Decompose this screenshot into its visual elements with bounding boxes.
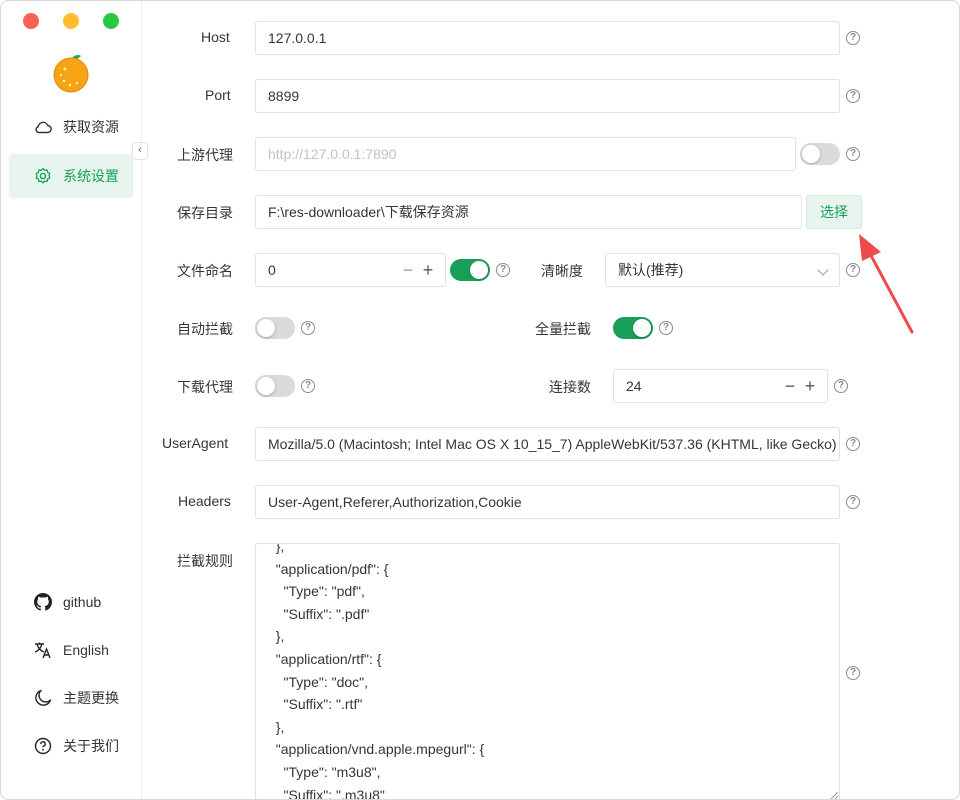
port-input[interactable]: 8899 [255, 79, 840, 113]
connections-stepper[interactable]: 24 − + [613, 369, 828, 403]
connections-label: 连接数 [549, 379, 591, 395]
help-icon[interactable]: ? [301, 379, 315, 393]
decrement-button[interactable]: − [783, 370, 797, 402]
toggle-knob [802, 145, 820, 163]
github-link[interactable]: github [9, 582, 133, 622]
help-icon[interactable]: ? [846, 666, 860, 680]
file-naming-label: 文件命名 [177, 263, 233, 279]
quality-label: 清晰度 [541, 263, 583, 279]
help-icon[interactable]: ? [846, 147, 860, 161]
window-controls [23, 13, 143, 29]
help-icon[interactable]: ? [846, 89, 860, 103]
connections-value: 24 [626, 378, 642, 394]
increment-button[interactable]: + [421, 254, 435, 286]
host-label: Host [201, 29, 230, 45]
about-link[interactable]: 关于我们 [9, 726, 133, 766]
host-input[interactable]: 127.0.0.1 [255, 21, 840, 55]
github-label: github [63, 594, 102, 610]
quality-select[interactable]: 默认(推荐) [605, 253, 840, 287]
upstream-proxy-input[interactable]: http://127.0.0.1:7890 [255, 137, 796, 171]
sidebar: ‹ 获取资源 系统设置 github English 主题更换 关于我们 [1, 1, 148, 799]
help-circle-icon [33, 736, 53, 756]
download-proxy-label: 下载代理 [177, 379, 233, 395]
full-intercept-label: 全量拦截 [535, 321, 591, 337]
auto-intercept-label: 自动拦截 [177, 321, 233, 337]
upstream-proxy-toggle[interactable] [800, 143, 840, 165]
collapse-sidebar-button[interactable]: ‹ [132, 142, 148, 160]
orange-logo-icon [53, 55, 89, 93]
help-icon[interactable]: ? [834, 379, 848, 393]
choose-dir-button[interactable]: 选择 [806, 195, 862, 229]
cloud-icon [33, 117, 53, 137]
translate-icon [33, 640, 53, 660]
help-icon[interactable]: ? [846, 263, 860, 277]
toggle-knob [257, 377, 275, 395]
toggle-knob [633, 319, 651, 337]
about-label: 关于我们 [63, 738, 119, 754]
rules-content: }, "application/pdf": { "Type": "pdf", "… [275, 543, 485, 800]
language-label: English [63, 642, 109, 658]
theme-label: 主题更换 [63, 690, 119, 706]
file-naming-toggle[interactable] [450, 259, 490, 281]
resize-handle-icon[interactable] [830, 791, 838, 799]
full-intercept-toggle[interactable] [613, 317, 653, 339]
download-proxy-toggle[interactable] [255, 375, 295, 397]
nav-item-settings[interactable]: 系统设置 [9, 154, 133, 198]
gear-icon [33, 166, 53, 186]
help-icon[interactable]: ? [659, 321, 673, 335]
toggle-knob [470, 261, 488, 279]
decrement-button[interactable]: − [401, 254, 415, 286]
port-label: Port [205, 87, 231, 103]
moon-icon [33, 688, 53, 708]
save-dir-label: 保存目录 [177, 205, 233, 221]
minimize-window-button[interactable] [63, 13, 79, 29]
user-agent-input[interactable]: Mozilla/5.0 (Macintosh; Intel Mac OS X 1… [255, 427, 840, 461]
nav-item-label: 系统设置 [63, 168, 119, 184]
save-dir-input[interactable]: F:\res-downloader\下载保存资源 [255, 195, 802, 229]
nav-item-label: 获取资源 [63, 119, 119, 135]
help-icon[interactable]: ? [846, 437, 860, 451]
app-window: ‹ 获取资源 系统设置 github English 主题更换 关于我们 Hos… [0, 0, 960, 800]
language-switch[interactable]: English [9, 630, 133, 670]
help-icon[interactable]: ? [301, 321, 315, 335]
help-icon[interactable]: ? [496, 263, 510, 277]
user-agent-label: UserAgent [162, 435, 229, 451]
upstream-proxy-label: 上游代理 [177, 147, 233, 163]
headers-input[interactable]: User-Agent,Referer,Authorization,Cookie [255, 485, 840, 519]
close-window-button[interactable] [23, 13, 39, 29]
increment-button[interactable]: + [803, 370, 817, 402]
maximize-window-button[interactable] [103, 13, 119, 29]
headers-label: Headers [178, 493, 231, 509]
file-naming-value: 0 [268, 262, 276, 278]
nav-item-get-resources[interactable]: 获取资源 [9, 105, 133, 149]
chevron-down-icon [817, 264, 829, 276]
auto-intercept-toggle[interactable] [255, 317, 295, 339]
github-icon [33, 592, 53, 612]
rules-textarea[interactable]: }, "application/pdf": { "Type": "pdf", "… [255, 543, 840, 800]
theme-switch[interactable]: 主题更换 [9, 678, 133, 718]
toggle-knob [257, 319, 275, 337]
quality-value: 默认(推荐) [618, 262, 684, 278]
help-icon[interactable]: ? [846, 495, 860, 509]
help-icon[interactable]: ? [846, 31, 860, 45]
rules-label: 拦截规则 [177, 553, 233, 569]
file-naming-stepper[interactable]: 0 − + [255, 253, 446, 287]
